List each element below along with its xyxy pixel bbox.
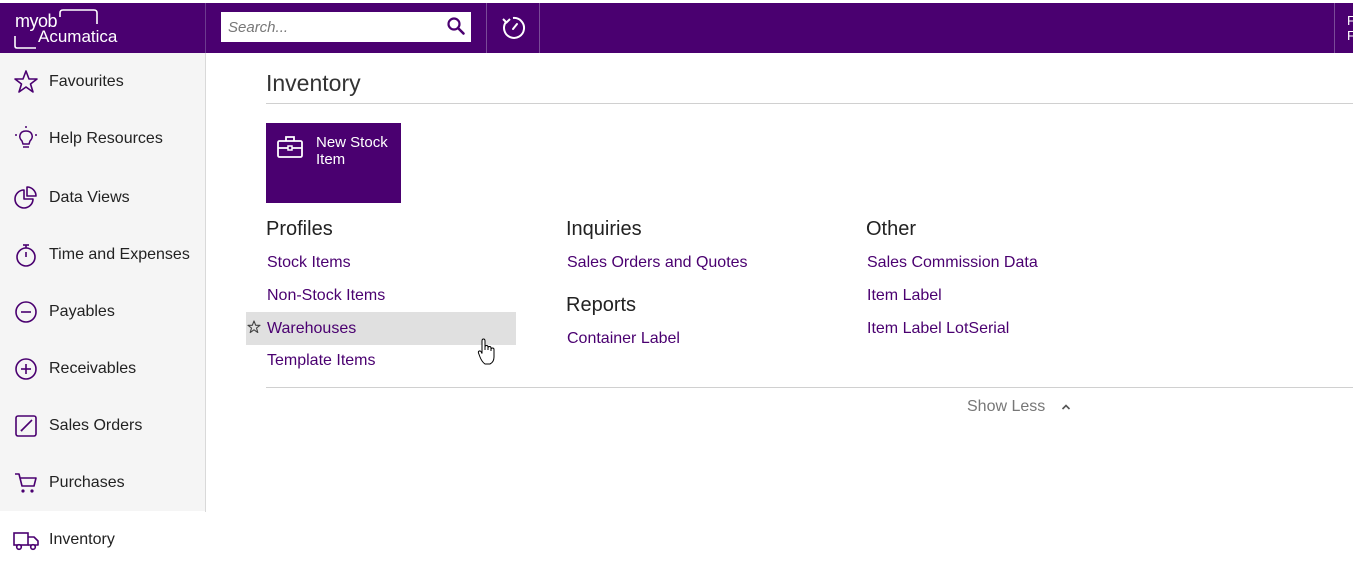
reports-heading: Reports xyxy=(566,294,637,316)
sidebar-item-label: Time and Expenses xyxy=(49,245,190,263)
sidebar-item-sales-orders[interactable]: Sales Orders xyxy=(0,397,205,454)
header-divider xyxy=(486,3,487,53)
link-template-items[interactable]: Template Items xyxy=(267,352,375,370)
sidebar-item-label: Sales Orders xyxy=(49,416,143,434)
stopwatch-icon xyxy=(16,243,36,267)
other-heading: Other xyxy=(866,218,917,240)
star-icon xyxy=(14,69,38,93)
sidebar-item-payables[interactable]: Payables xyxy=(0,283,205,340)
header-divider xyxy=(1334,3,1335,53)
sidebar: Favourites Help Resources Data Views Tim… xyxy=(0,53,206,512)
logo-text-bottom: Acumatica xyxy=(38,27,118,46)
sidebar-item-label: Data Views xyxy=(49,188,130,206)
sidebar-item-help-resources[interactable]: Help Resources xyxy=(0,110,205,167)
cart-icon xyxy=(15,472,37,493)
sidebar-item-label: Payables xyxy=(49,302,115,320)
sidebar-item-favourites[interactable]: Favourites xyxy=(0,53,205,110)
user-menu-text[interactable]: F F xyxy=(1347,13,1353,43)
page-title: Inventory xyxy=(266,70,361,96)
pie-chart-icon xyxy=(14,185,37,209)
link-sales-orders-and-quotes[interactable]: Sales Orders and Quotes xyxy=(567,254,748,272)
title-divider xyxy=(266,103,1353,104)
link-stock-items[interactable]: Stock Items xyxy=(267,254,351,272)
sidebar-item-receivables[interactable]: Receivables xyxy=(0,340,205,397)
search-input[interactable] xyxy=(221,12,471,42)
hand-cursor-icon xyxy=(477,338,495,365)
truck-icon xyxy=(13,531,39,550)
sidebar-item-data-views[interactable]: Data Views xyxy=(0,169,205,226)
sidebar-item-purchases[interactable]: Purchases xyxy=(0,454,205,511)
tile-label: New Stock Item xyxy=(316,134,388,168)
show-less-button[interactable]: Show Less xyxy=(967,398,1045,416)
logo[interactable]: myob Acumatica xyxy=(0,3,206,53)
sidebar-item-inventory[interactable]: Inventory xyxy=(0,511,205,568)
section-divider xyxy=(266,387,1353,388)
sidebar-item-label: Favourites xyxy=(49,72,124,90)
profiles-heading: Profiles xyxy=(266,218,333,240)
search-icon[interactable] xyxy=(446,16,466,36)
favourite-star-icon[interactable] xyxy=(247,320,261,334)
inquiries-heading: Inquiries xyxy=(566,218,642,240)
plus-circle-icon xyxy=(15,357,37,380)
link-item-label-lotserial[interactable]: Item Label LotSerial xyxy=(867,320,1009,338)
link-warehouses[interactable]: Warehouses xyxy=(267,320,356,338)
sidebar-item-time-and-expenses[interactable]: Time and Expenses xyxy=(0,226,205,283)
sidebar-item-label: Inventory xyxy=(49,530,115,548)
top-bar: myob Acumatica F F xyxy=(0,3,1353,53)
link-non-stock-items[interactable]: Non-Stock Items xyxy=(267,287,385,305)
edit-icon xyxy=(15,414,37,437)
link-container-label[interactable]: Container Label xyxy=(567,330,680,348)
briefcase-icon xyxy=(277,136,303,158)
history-icon[interactable] xyxy=(499,14,527,42)
chevron-up-icon[interactable] xyxy=(1060,401,1072,413)
header-divider xyxy=(539,3,540,53)
link-sales-commission-data[interactable]: Sales Commission Data xyxy=(867,254,1038,272)
sidebar-item-label: Purchases xyxy=(49,473,125,491)
sidebar-item-label: Receivables xyxy=(49,359,137,377)
new-stock-item-tile[interactable]: New Stock Item xyxy=(266,123,401,203)
minus-circle-icon xyxy=(15,300,37,323)
link-item-label[interactable]: Item Label xyxy=(867,287,942,305)
sidebar-item-label: Help Resources xyxy=(49,129,163,147)
lightbulb-icon xyxy=(15,125,37,148)
